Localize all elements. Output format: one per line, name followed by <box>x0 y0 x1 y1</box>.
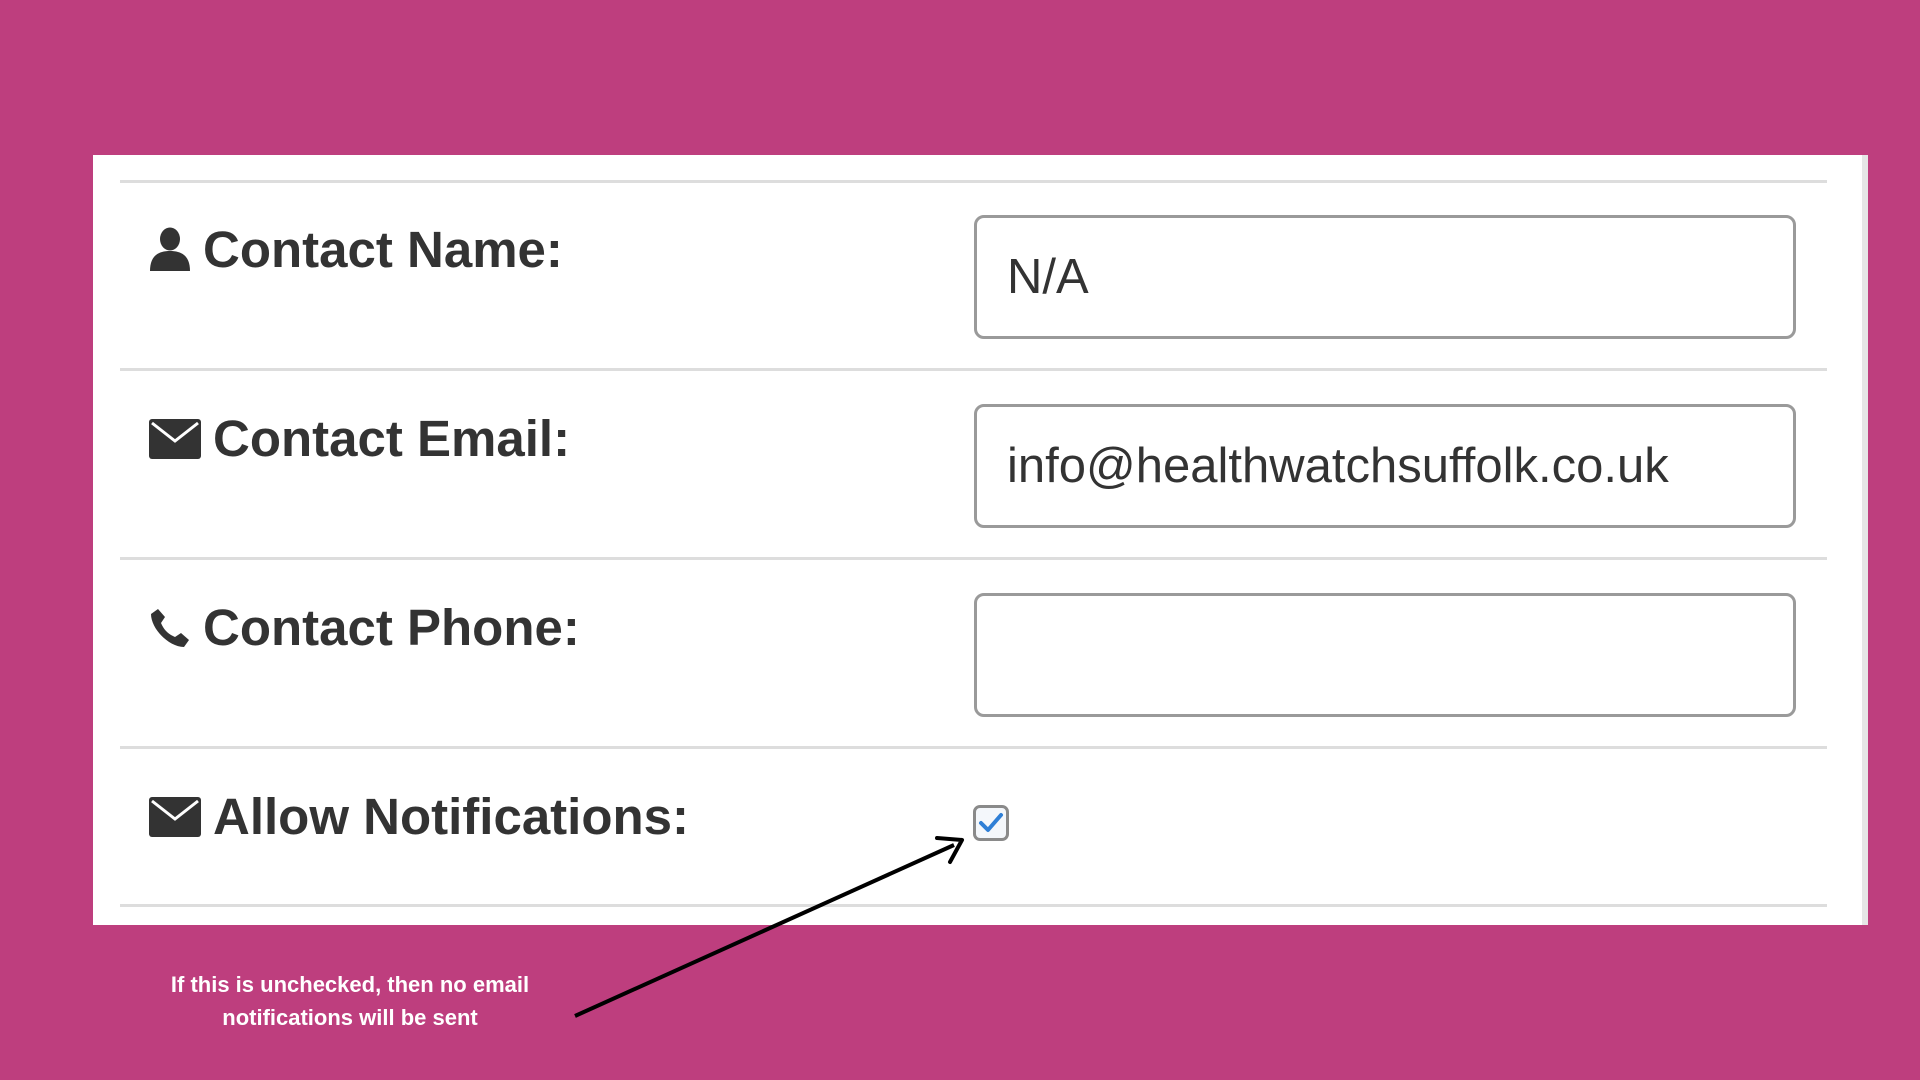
contact-name-label: Contact Name: <box>149 224 563 275</box>
contact-name-label-text: Contact Name: <box>203 221 563 278</box>
contact-email-input[interactable] <box>974 404 1796 528</box>
divider <box>120 904 1827 907</box>
annotation-note: If this is unchecked, then no email noti… <box>170 972 530 1030</box>
divider <box>120 746 1827 749</box>
contact-phone-label: Contact Phone: <box>149 602 580 653</box>
contact-phone-input[interactable] <box>974 593 1796 717</box>
divider <box>120 180 1827 183</box>
contact-email-label: Contact Email: <box>149 413 570 464</box>
allow-notifications-label-text: Allow Notifications: <box>213 788 689 845</box>
phone-icon <box>149 607 191 649</box>
envelope-icon <box>149 418 201 459</box>
divider <box>120 368 1827 371</box>
allow-notifications-checkbox[interactable] <box>973 805 1009 841</box>
checkmark-icon <box>979 813 1003 832</box>
contact-settings-panel: Contact Name: Contact Email: Contact Pho… <box>93 155 1868 925</box>
contact-phone-label-text: Contact Phone: <box>203 599 580 656</box>
contact-name-input[interactable] <box>974 215 1796 339</box>
divider <box>120 557 1827 560</box>
envelope-icon <box>149 796 201 837</box>
user-icon <box>149 227 191 273</box>
allow-notifications-label: Allow Notifications: <box>149 791 689 842</box>
contact-email-label-text: Contact Email: <box>213 410 571 467</box>
